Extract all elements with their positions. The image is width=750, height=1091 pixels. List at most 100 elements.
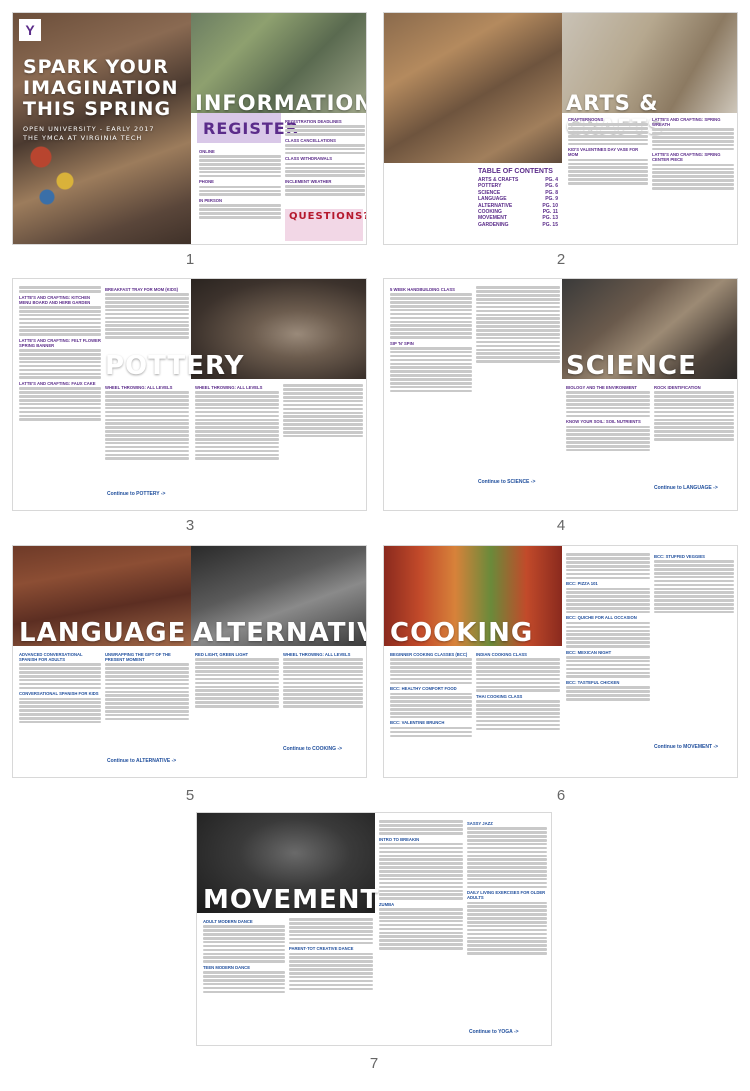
cover-line1: OPEN UNIVERSITY - EARLY 2017 [23,125,155,133]
kitchen-menu-board-heading: LATTE'S AND CRAFTING: KITCHEN MENU BOARD… [19,294,91,305]
movement-col-3: INTRO TO BREAKIN ZUMBA [379,819,463,1041]
cover-headline: SPARK YOUR IMAGINATION THIS SPRING [23,56,179,120]
toc-title: TABLE OF CONTENTS [478,168,553,175]
continue-cooking-link[interactable]: Continue to COOKING -> [283,746,342,752]
arts-crafts-col-1: CRAFTERNOONS KID'S VALENTINES DAY VASE F… [568,115,648,240]
sip-n-spin-heading: SIP 'N' SPIN [390,340,414,346]
continue-yoga-link[interactable]: Continue to YOGA -> [469,1029,519,1035]
teen-modern-dance-heading: TEEN MODERN DANCE [203,964,250,970]
questions-title: QUESTIONS? [289,211,367,222]
information-col-left: ONLINE PHONE IN PERSON [199,147,281,242]
wheel-throwing-heading: WHEEL THROWING: ALL LEVELS [105,385,173,390]
wheel-throwing-heading: WHEEL THROWING: ALL LEVELS [283,652,351,657]
cooking-col-3: BCC: PIZZA 101 BCC: QUICHE FOR ALL OCCAS… [566,552,650,767]
page-number-2: 2 [556,251,566,268]
spread-pottery: LATTE'S AND CRAFTING: KITCHEN MENU BOARD… [12,278,367,511]
spread-cover-information: Y SPARK YOUR IMAGINATION THIS SPRING OPE… [12,12,367,245]
arts-photo-left [384,13,562,163]
intro-to-breakin-heading: INTRO TO BREAKIN [379,836,420,842]
alternative-col-3: WHEEL THROWING: ALL LEVELS [283,650,363,750]
indian-cooking-heading: INDIAN COOKING CLASS [476,652,527,657]
mexican-night-heading: BCC: MEXICAN NIGHT [566,649,612,655]
crafternoons-heading: CRAFTERNOONS [568,117,604,122]
continue-language-link[interactable]: Continue to LANGUAGE -> [654,485,718,491]
beginner-cooking-heading: BEGINNER COOKING CLASSES (BCC) [390,652,468,657]
cover-line2: THE YMCA AT VIRGINIA TECH [23,134,143,142]
breakfast-tray-heading: BREAKFAST TRAY FOR MOM (KIDS) [105,287,179,292]
zumba-heading: ZUMBA [379,901,395,907]
language-col-1: ADVANCED CONVERSATIONAL SPANISH FOR ADUL… [19,650,101,770]
cooking-title: COOKING [390,618,534,648]
page-number-1: 1 [185,251,195,268]
information-title: INFORMATION [195,91,367,115]
pottery-col-4: WHEEL THROWING: ALL LEVELS [195,383,279,483]
daily-living-exercises-heading: DAILY LIVING EXERCISES FOR OLDER ADULTS [467,890,546,901]
page-number-6: 6 [556,787,566,804]
registration-deadlines-heading: REGISTRATION DEADLINES [285,119,342,124]
class-cancellations-heading: CLASS CANCELLATIONS [285,137,336,143]
sassy-jazz-heading: SASSY JAZZ [467,821,493,826]
table-of-contents: TABLE OF CONTENTS ARTS & CRAFTS PG. 4 POT… [478,168,558,228]
pizza-101-heading: BCC: PIZZA 101 [566,581,598,587]
class-withdrawals-heading: CLASS WITHDRAWALS [285,156,332,162]
online-heading: ONLINE [199,149,215,154]
science-col-1: 5 WEEK HANDBUILDING CLASS SIP 'N' SPIN [390,285,472,505]
thai-cooking-heading: THAI COOKING CLASS [476,694,523,700]
ymca-logo: Y [19,19,41,41]
spring-centerpiece-heading: LATTE'S AND CRAFTING: SPRING CENTER PIEC… [652,152,721,163]
continue-movement-link[interactable]: Continue to MOVEMENT -> [654,744,718,750]
faux-cake-heading: LATTE'S AND CRAFTING: FAUX CAKE [19,381,96,387]
movement-col-2: PARENT-TOT CREATIVE DANCE [289,917,373,1042]
toc-item[interactable]: GARDENING PG. 15 [478,222,558,228]
continue-science-link[interactable]: Continue to SCIENCE -> [478,479,535,485]
parent-tot-dance-heading: PARENT-TOT CREATIVE DANCE [289,946,354,952]
movement-col-4: SASSY JAZZ DAILY LIVING EXERCISES FOR OL… [467,819,547,1029]
red-light-green-light-heading: RED LIGHT, GREEN LIGHT [195,652,249,657]
page-number-7: 7 [369,1055,379,1072]
spread-arts-crafts: ARTS & CRAFTS CRAFTERNOONS KID'S VALENTI… [383,12,738,245]
phone-heading: PHONE [199,179,214,185]
rock-identification-heading: ROCK IDENTIFICATION [654,385,701,390]
science-col-2 [476,285,560,505]
spread-science: 5 WEEK HANDBUILDING CLASS SIP 'N' SPIN C… [383,278,738,511]
cover-photo-accent [23,133,83,213]
science-title: SCIENCE [566,351,697,381]
spread-language-alternative: LANGUAGE ALTERNATIVE ADVANCED CONVERSATI… [12,545,367,778]
cooking-col-1: BEGINNER COOKING CLASSES (BCC) BCC: HEAL… [390,650,472,770]
pottery-title: POTTERY [105,351,245,381]
handbuilding-heading: 5 WEEK HANDBUILDING CLASS [390,287,455,292]
quiche-heading: BCC: QUICHE FOR ALL OCCASION [566,615,637,621]
kids-spanish-heading: CONVERSATIONAL SPANISH FOR KIDS [19,691,99,697]
page-number-4: 4 [556,517,566,534]
inclement-weather-heading: INCLEMENT WEATHER [285,178,332,184]
language-title: LANGUAGE [19,618,187,648]
in-person-heading: IN PERSON [199,198,223,204]
adult-modern-dance-heading: ADULT MODERN DANCE [203,919,253,924]
cooking-col-2: INDIAN COOKING CLASS THAI COOKING CLASS [476,650,560,770]
tasteful-chicken-heading: BCC: TASTEFUL CHICKEN [566,680,620,686]
felt-flower-banner-heading: LATTE'S AND CRAFTING: FELT FLOWER SPRING… [19,337,101,348]
continue-pottery-link[interactable]: Continue to POTTERY -> [107,491,165,497]
alternative-col-2: RED LIGHT, GREEN LIGHT [195,650,279,750]
biology-heading: BIOLOGY AND THE ENVIRONMENT [566,385,637,390]
present-moment-heading: UNWRAPPING THE GIFT OF THE PRESENT MOMEN… [105,652,171,662]
spring-wreath-heading: LATTE'S AND CRAFTING: SPRING WREATH [652,117,721,127]
page-number-3: 3 [185,517,195,534]
healthy-comfort-food-heading: BCC: HEALTHY COMFORT FOOD [390,686,457,692]
continue-alternative-link[interactable]: Continue to ALTERNATIVE -> [107,758,176,764]
science-col-3: BIOLOGY AND THE ENVIRONMENT KNOW YOUR SO… [566,383,650,493]
stuffed-veggies-heading: BCC: STUFFED VEGGIES [654,554,705,559]
valentine-brunch-heading: BCC: VALENTINE BRUNCH [390,720,445,726]
pottery-col-3: WHEEL THROWING: ALL LEVELS [105,383,189,483]
wheel-throwing-heading: WHEEL THROWING: ALL LEVELS [195,385,263,390]
pottery-col-5 [283,383,363,483]
pottery-col-1: LATTE'S AND CRAFTING: KITCHEN MENU BOARD… [19,285,101,505]
valentines-vase-heading: KID'S VALENTINES DAY VASE FOR MOM [568,147,639,158]
arts-crafts-col-2: LATTE'S AND CRAFTING: SPRING WREATH LATT… [652,115,734,240]
science-col-4: ROCK IDENTIFICATION [654,383,734,483]
soil-nutrients-heading: KNOW YOUR SOIL: SOIL NUTRIENTS [566,419,641,425]
advanced-spanish-heading: ADVANCED CONVERSATIONAL SPANISH FOR ADUL… [19,652,83,662]
page-number-5: 5 [185,787,195,804]
cooking-col-4: BCC: STUFFED VEGGIES [654,552,734,672]
spread-cooking: COOKING BEGINNER COOKING CLASSES (BCC) B… [383,545,738,778]
